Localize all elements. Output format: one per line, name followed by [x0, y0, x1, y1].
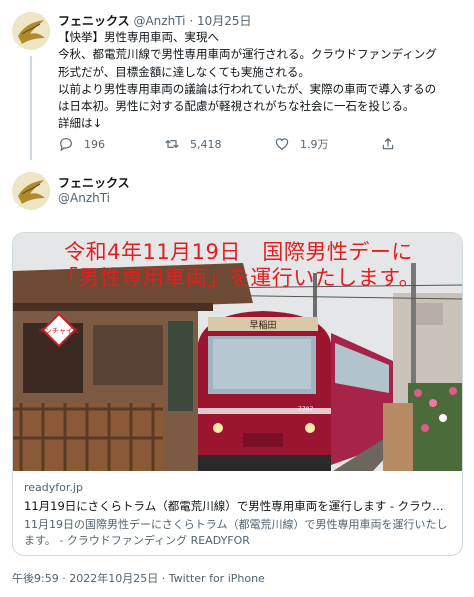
tram-destination: 早稲田 — [249, 319, 276, 331]
thread-line — [30, 56, 32, 160]
card-description: 11月19日の国際男性デーにさくらトラム（都電荒川線）で男性専用車両を運行いたし… — [24, 518, 448, 547]
handle[interactable]: @AnzhTi — [58, 191, 110, 205]
link-card[interactable]: キンチャイル 早稲田 7707 令和4年11月19日 国際男性デーに 「男性専用… — [12, 232, 463, 556]
tweet-text: 【快挙】男性専用車両、実現へ 今秋、都電荒川線で男性専用車両が運行される。クラウ… — [58, 29, 468, 133]
like-count: 1.9万 — [300, 138, 329, 151]
tweet-full-date[interactable]: 2022年10月25日 — [69, 572, 158, 585]
avatar[interactable] — [12, 12, 50, 50]
tweet-line: 形式だが、目標金額に達しなくても実施される。 — [58, 64, 310, 79]
tweet-time[interactable]: 午後9:59 — [12, 572, 59, 585]
share-button[interactable] — [380, 136, 396, 152]
reply-count: 196 — [84, 137, 105, 151]
card-domain: readyfor.jp — [24, 481, 83, 494]
reply-icon — [60, 138, 72, 152]
tweet-original: フェニックス @AnzhTi · 10月25日 【快挙】男性専用車両、実現へ 今… — [0, 0, 474, 165]
share-icon — [382, 138, 394, 150]
tweet-line: 詳細は↓ — [58, 116, 103, 131]
image-overlay-line2: 「男性専用車両」を運行いたします。 — [56, 266, 421, 290]
card-title[interactable]: 11月19日にさくらトラム（都電荒川線）で男性専用車両を運行します - クラウ… — [24, 498, 454, 514]
retweet-count: 5,418 — [190, 137, 222, 151]
card-image: キンチャイル 早稲田 7707 令和4年11月19日 国際男性デーに 「男性専用… — [13, 233, 462, 471]
tweet-meta: 午後9:59 · 2022年10月25日 · Twitter for iPhon… — [12, 570, 265, 586]
retweet-icon — [165, 139, 179, 149]
tweet-date[interactable]: 10月25日 — [197, 14, 252, 28]
tweet-line: 以前より男性専用車両の議論は行われていたが、実際の車両で導入するの — [58, 81, 437, 96]
display-name[interactable]: フェニックス — [58, 174, 130, 191]
heart-icon — [275, 138, 289, 151]
display-name[interactable]: フェニックス — [58, 14, 130, 28]
reply-button[interactable]: 196 — [58, 136, 105, 152]
handle[interactable]: @AnzhTi — [133, 14, 185, 28]
tram-number: 7707 — [298, 406, 313, 413]
phoenix-avatar-icon — [12, 12, 50, 50]
tweet-line: は日本初。男性に対する配慮が軽視されがちな社会に一石を投じる。 — [58, 99, 415, 114]
station-sign-text: キンチャイル — [38, 327, 80, 335]
retweet-button[interactable]: 5,418 — [164, 136, 222, 152]
like-button[interactable]: 1.9万 — [274, 136, 329, 152]
tweet-source[interactable]: Twitter for iPhone — [169, 572, 265, 585]
tweet-header: フェニックス @AnzhTi · 10月25日 — [58, 13, 252, 29]
phoenix-avatar-icon — [12, 172, 50, 210]
tweet-line: 今秋、都電荒川線で男性専用車両が運行される。クラウドファンディング — [58, 47, 437, 62]
separator: · — [58, 572, 70, 585]
separator: · — [158, 572, 169, 585]
separator: · — [189, 14, 194, 28]
tweet-line: 【快挙】男性専用車両、実現へ — [58, 30, 219, 44]
tweet-actions: 196 5,418 1.9万 — [58, 136, 398, 154]
avatar[interactable] — [12, 172, 50, 210]
